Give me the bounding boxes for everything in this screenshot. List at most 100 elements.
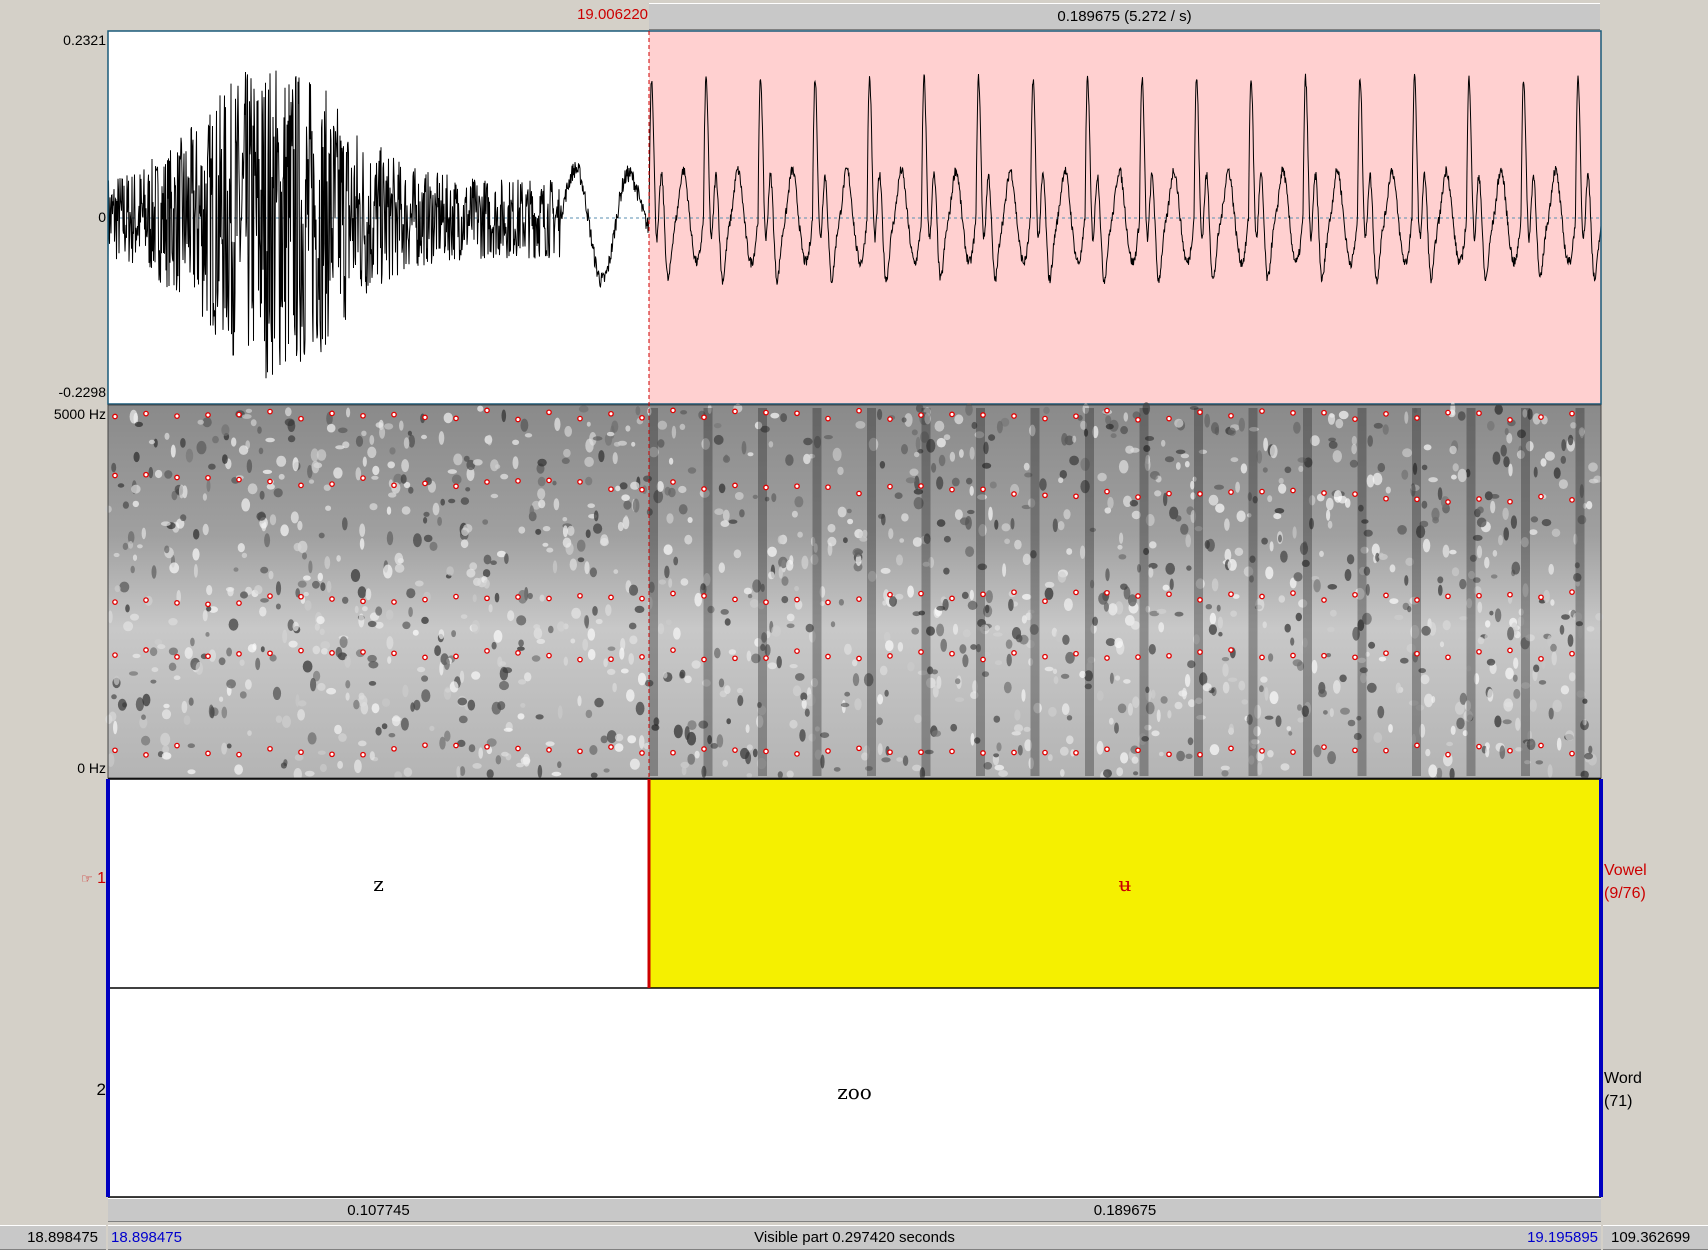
spectrogram-speck <box>628 622 637 630</box>
spectrogram-speck <box>726 718 731 725</box>
spectrogram-speck <box>222 454 228 464</box>
editor-canvas[interactable] <box>0 0 1708 1250</box>
spectrogram-speck <box>1286 726 1292 731</box>
spectrogram-speck <box>113 552 120 558</box>
spectrogram-speck <box>375 726 382 736</box>
spectrogram-speck <box>1505 667 1514 680</box>
spectrogram-speck <box>1052 668 1058 674</box>
spectrogram-speck <box>1174 701 1183 710</box>
spectrogram-speck <box>122 501 129 509</box>
spectrogram-speck <box>992 632 1003 637</box>
spectrogram-speck <box>197 419 204 425</box>
spectrogram-speck <box>1556 737 1562 751</box>
spectrogram-speck <box>1278 483 1287 494</box>
formant-point <box>1414 597 1420 603</box>
formant-point <box>1011 491 1017 497</box>
spectrogram-speck <box>1185 534 1191 548</box>
spectrogram-speck <box>1169 578 1174 591</box>
spectrogram-speck <box>1103 602 1109 612</box>
spectrogram-speck <box>1548 707 1554 720</box>
spectrogram-speck <box>1114 637 1123 649</box>
spectrogram-speck <box>1023 462 1030 471</box>
spectrogram-speck <box>1512 674 1518 682</box>
spectrogram-speck <box>1259 685 1264 693</box>
spectrogram-speck <box>899 538 905 543</box>
tier1-number[interactable]: ☞ 1 <box>60 870 106 888</box>
spectrogram-speck <box>335 646 343 658</box>
formant-point <box>763 599 769 606</box>
spectrogram-speck <box>280 762 287 769</box>
spectrogram-speck <box>188 697 194 706</box>
spectrogram-speck <box>1211 578 1219 592</box>
spectrogram-speck <box>1292 659 1303 667</box>
formant-point <box>1011 589 1017 596</box>
formant-point <box>453 742 459 749</box>
total-start-bar[interactable]: 18.898475 <box>0 1225 106 1250</box>
spectrogram-speck <box>1047 754 1053 762</box>
spectrogram-speck <box>495 755 502 765</box>
spectrogram-speck <box>1265 566 1274 580</box>
spectrogram-speck <box>687 517 693 523</box>
spectrogram-speck <box>716 734 724 748</box>
spectrogram-speck <box>1457 468 1468 483</box>
spectrogram-speck <box>1010 518 1015 530</box>
spectrogram-speck <box>718 562 725 573</box>
formant-point <box>360 412 366 419</box>
spectrogram-speck <box>212 435 219 444</box>
spectrogram-speck <box>142 693 151 707</box>
tier2-interval-zoo[interactable]: zoo <box>108 1080 1601 1104</box>
spectrogram-speck <box>1241 699 1248 705</box>
tier1-name[interactable]: Vowel <box>1604 859 1647 882</box>
spectrogram-speck <box>1402 448 1413 458</box>
formant-point <box>794 483 800 490</box>
spectrogram-speck <box>154 469 163 479</box>
tier1-interval-z[interactable]: z <box>108 872 649 896</box>
spectrogram-speck <box>1267 750 1274 758</box>
formant-point <box>515 745 521 752</box>
spectrogram-speck <box>1184 461 1190 468</box>
spectrogram-speck <box>408 486 414 494</box>
spectrogram-speck <box>605 604 612 616</box>
spectrogram-speck <box>1123 679 1131 684</box>
spectrogram-speck <box>1551 528 1561 537</box>
spectrogram-speck <box>260 566 269 574</box>
spectrogram-speck <box>180 514 187 522</box>
spectrogram-speck <box>1224 518 1230 531</box>
formant-point <box>887 483 893 490</box>
spectrogram-speck <box>193 529 200 540</box>
spectrogram-speck <box>1548 563 1554 575</box>
formant-point <box>236 411 242 418</box>
spectrogram-speck <box>359 538 365 550</box>
tier2-name[interactable]: Word <box>1604 1067 1642 1090</box>
spectrogram-speck <box>537 476 546 487</box>
spectrogram-speck <box>187 743 195 748</box>
spectrogram-speck <box>714 647 721 659</box>
total-end-bar[interactable]: 109.362699 <box>1603 1225 1708 1250</box>
spectrogram-speck <box>371 475 379 480</box>
spectrogram-speck <box>1107 496 1114 509</box>
spectrogram-speck <box>401 506 411 515</box>
duration-bar-right[interactable]: 0.189675 <box>649 1198 1601 1222</box>
spectrogram-speck <box>162 745 170 754</box>
spectrogram-speck <box>365 588 372 601</box>
tier2-number-label[interactable]: 2 <box>60 1080 106 1100</box>
spectrogram-speck <box>148 466 154 479</box>
formant-point <box>1290 410 1296 416</box>
formant-point <box>1228 647 1234 653</box>
formant-point <box>577 479 583 485</box>
spectrogram-speck <box>570 638 576 644</box>
formant-point <box>1321 490 1327 496</box>
formant-point <box>794 648 800 654</box>
formant-point <box>1166 751 1172 758</box>
spectrogram-speck <box>297 709 305 721</box>
tier1-interval-vowel[interactable]: ʉ <box>649 872 1601 896</box>
spectrogram-speck <box>1377 462 1386 473</box>
spectrogram-speck <box>394 563 405 573</box>
formant-point <box>825 484 831 491</box>
duration-bar-left[interactable]: 0.107745 <box>108 1198 649 1222</box>
spectrogram-speck <box>745 724 750 733</box>
spectrogram-speck <box>1059 746 1069 756</box>
spectrogram-speck <box>896 554 903 566</box>
spectrogram-speck <box>884 689 889 697</box>
visible-part-bar[interactable]: 18.898475 Visible part 0.297420 seconds … <box>108 1225 1601 1250</box>
